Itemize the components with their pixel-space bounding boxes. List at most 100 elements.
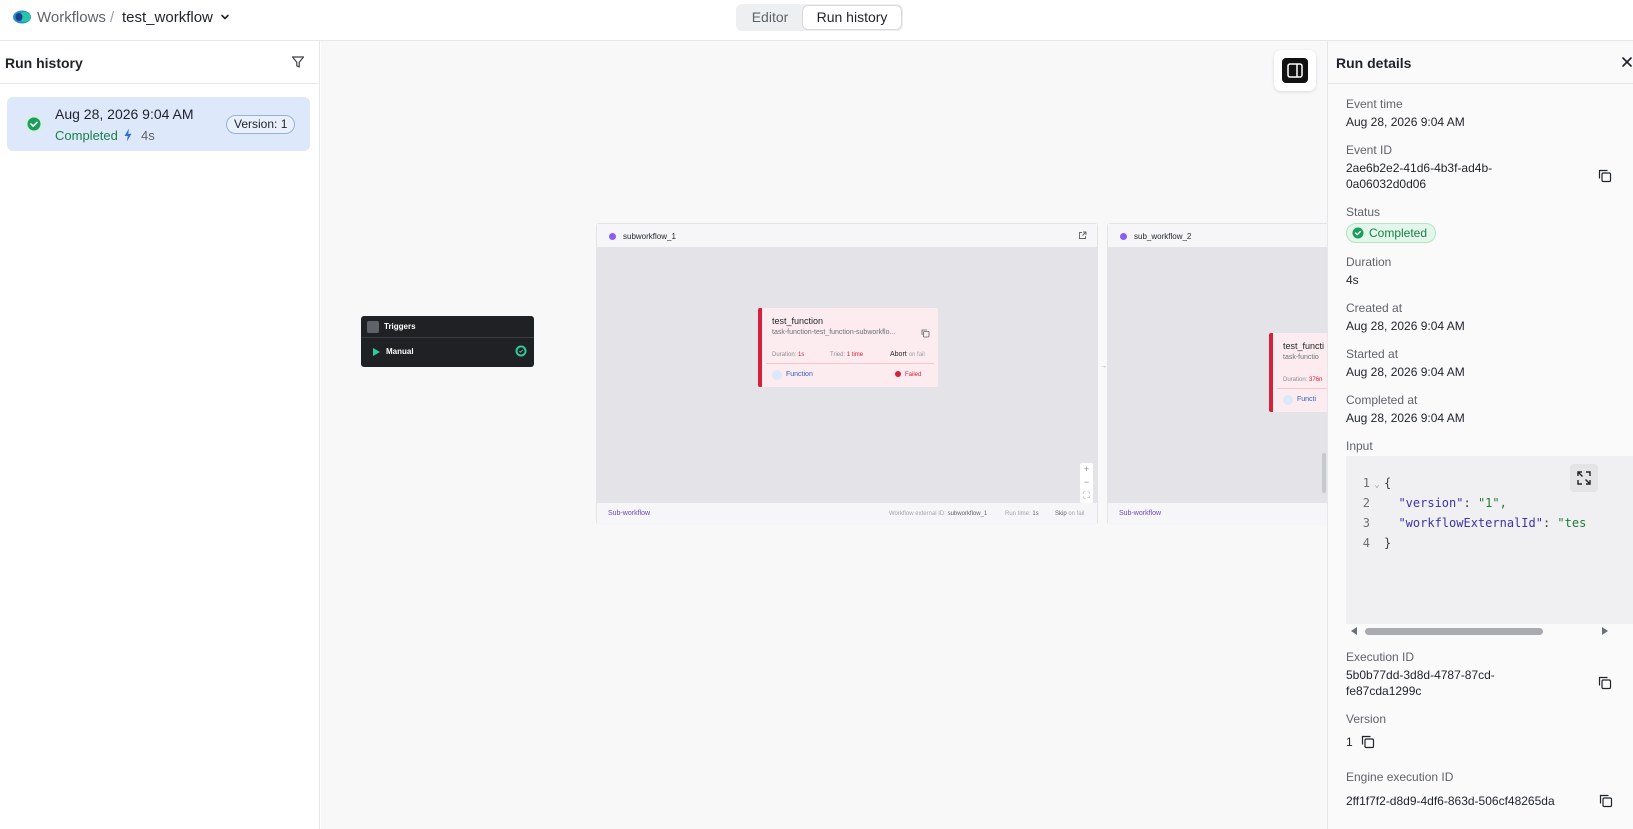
- app-logo-icon: [13, 10, 31, 24]
- created-at-label: Created at: [1346, 301, 1403, 315]
- task-divider: [1277, 388, 1327, 389]
- triggers-node[interactable]: Triggers Manual: [361, 316, 534, 367]
- triggers-node-header: Triggers: [361, 316, 534, 338]
- code-line: 1 ⌄{: [1346, 476, 1391, 490]
- edge-arrow-icon: →: [1100, 363, 1107, 370]
- zoom-in-button[interactable]: +: [1080, 463, 1093, 476]
- task-abort-suffix: on fail: [908, 352, 925, 358]
- workflow-canvas[interactable]: Triggers Manual subworkflow_1 test_funct…: [321, 41, 1327, 829]
- task-divider: [766, 363, 934, 364]
- zoom-out-button[interactable]: −: [1080, 476, 1093, 489]
- scroll-left-icon[interactable]: [1351, 627, 1357, 635]
- run-list-item[interactable]: Aug 28, 2026 9:04 AM Completed 4s Versio…: [7, 97, 310, 151]
- completed-at-label: Completed at: [1346, 393, 1418, 407]
- task-external-id: task-functio: [1283, 354, 1319, 361]
- started-at-label: Started at: [1346, 347, 1399, 361]
- line-number: 4: [1362, 536, 1370, 550]
- copy-icon[interactable]: [921, 329, 930, 338]
- task-abort: Abort on fail: [890, 351, 925, 358]
- run-history-header: Run history: [0, 41, 319, 84]
- subworkflow-header: subworkflow_1: [597, 224, 1097, 247]
- duration-value: 4s: [1346, 273, 1359, 287]
- copy-icon[interactable]: [1361, 735, 1375, 749]
- subworkflow-icon: [609, 233, 616, 240]
- run-details-header: Run details: [1328, 41, 1633, 84]
- event-id-label: Event ID: [1346, 143, 1393, 157]
- run-time-label: Run time:: [1005, 511, 1031, 517]
- input-code-viewer[interactable]: 1 ⌄{ 2 "version": "1", 3 "workflowExterna…: [1346, 456, 1633, 624]
- check-circle-icon: [1352, 227, 1364, 239]
- task-type: Function: [786, 371, 813, 378]
- task-status-failed: Failed: [895, 371, 921, 378]
- task-tried-label: Tried:: [830, 352, 846, 358]
- subworkflow-type: Sub-workflow: [608, 510, 651, 517]
- subworkflow-footer: Sub-workflow Workflow external ID: subwo…: [597, 503, 1097, 525]
- status-label: Status: [1346, 205, 1381, 219]
- run-duration: 4s: [141, 128, 155, 143]
- tab-editor[interactable]: Editor: [738, 6, 802, 29]
- external-link-icon[interactable]: [1078, 231, 1087, 240]
- panel-toggle-button[interactable]: [1274, 50, 1316, 91]
- task-duration-value: 1s: [798, 352, 805, 358]
- copy-icon[interactable]: [1599, 794, 1613, 808]
- expand-icon[interactable]: [1570, 464, 1598, 492]
- task-duration: Duration: 376n: [1283, 377, 1322, 383]
- fit-view-button[interactable]: ⛶: [1080, 489, 1093, 502]
- task-name: test_functi: [1283, 341, 1325, 351]
- subworkflow-body: test_function task-function-test_functio…: [597, 247, 1097, 503]
- trigger-icon: [367, 321, 379, 333]
- close-icon[interactable]: [1621, 56, 1633, 68]
- input-label: Input: [1346, 439, 1373, 453]
- scroll-right-icon[interactable]: [1602, 627, 1608, 635]
- task-node[interactable]: test_function task-function-test_functio…: [758, 308, 938, 387]
- code-value: "tes: [1557, 516, 1587, 530]
- task-node[interactable]: test_functi task-functio Duration: 376n …: [1269, 333, 1327, 412]
- fold-toggle-icon[interactable]: ⌄: [1370, 480, 1384, 490]
- code-line: 3 "workflowExternalId": "tes: [1346, 516, 1587, 530]
- engine-execution-id-label: Engine execution ID: [1346, 770, 1454, 784]
- breadcrumb-separator: /: [110, 9, 115, 26]
- execution-id-label: Execution ID: [1346, 650, 1415, 664]
- task-name: test_function: [772, 316, 824, 326]
- horizontal-scrollbar[interactable]: [1346, 625, 1610, 637]
- subworkflow-node[interactable]: sub_workflow_2 test_functi task-functio …: [1107, 223, 1327, 525]
- function-icon: [772, 370, 782, 380]
- created-at-value: Aug 28, 2026 9:04 AM: [1346, 319, 1465, 333]
- event-time-value: Aug 28, 2026 9:04 AM: [1346, 115, 1465, 129]
- chevron-down-icon[interactable]: [220, 12, 230, 22]
- lightning-icon: [124, 128, 132, 142]
- function-icon: [1283, 395, 1293, 405]
- external-id-label: Workflow external ID:: [889, 511, 946, 517]
- run-details-title: Run details: [1336, 55, 1412, 71]
- subworkflow-body: test_functi task-functio Duration: 376n …: [1108, 247, 1327, 503]
- play-icon: [373, 348, 380, 356]
- breadcrumb-workflows[interactable]: Workflows: [37, 9, 106, 27]
- resize-handle[interactable]: [1322, 453, 1326, 493]
- subworkflow-node[interactable]: subworkflow_1 test_function task-functio…: [596, 223, 1098, 525]
- tab-run-history[interactable]: Run history: [803, 6, 901, 29]
- line-number: 3: [1362, 516, 1370, 530]
- run-time-value: 1s: [1032, 511, 1039, 517]
- subworkflow-type: Sub-workflow: [1119, 510, 1162, 517]
- breadcrumb-workflow-name[interactable]: test_workflow: [122, 9, 213, 27]
- status-badge: Completed: [1346, 223, 1437, 243]
- filter-icon[interactable]: [291, 55, 305, 69]
- run-status: Completed: [55, 128, 118, 143]
- execution-id-value-line-1: 5b0b77dd-3d8d-4787-87cd-: [1346, 668, 1495, 682]
- code-key: "version": [1398, 496, 1464, 510]
- subworkflow-run-time: Run time: 1s: [1005, 511, 1039, 517]
- task-tried: Tried: 1 time: [830, 352, 863, 358]
- task-type: Functi: [1297, 396, 1317, 403]
- check-circle-icon: [515, 345, 527, 357]
- scrollbar-thumb[interactable]: [1365, 628, 1543, 635]
- version-badge: Version: 1: [226, 115, 296, 134]
- subworkflow-external-id: Workflow external ID: subworkflow_1: [889, 511, 987, 517]
- copy-icon[interactable]: [1598, 676, 1612, 690]
- code-line: 4}: [1346, 536, 1391, 550]
- run-date: Aug 28, 2026 9:04 AM: [55, 106, 194, 122]
- subworkflow-icon: [1120, 233, 1127, 240]
- code-value: "1",: [1477, 496, 1507, 510]
- subworkflow-skip: Skip on fail: [1055, 511, 1084, 517]
- code-text: {: [1384, 476, 1392, 490]
- copy-icon[interactable]: [1598, 169, 1612, 183]
